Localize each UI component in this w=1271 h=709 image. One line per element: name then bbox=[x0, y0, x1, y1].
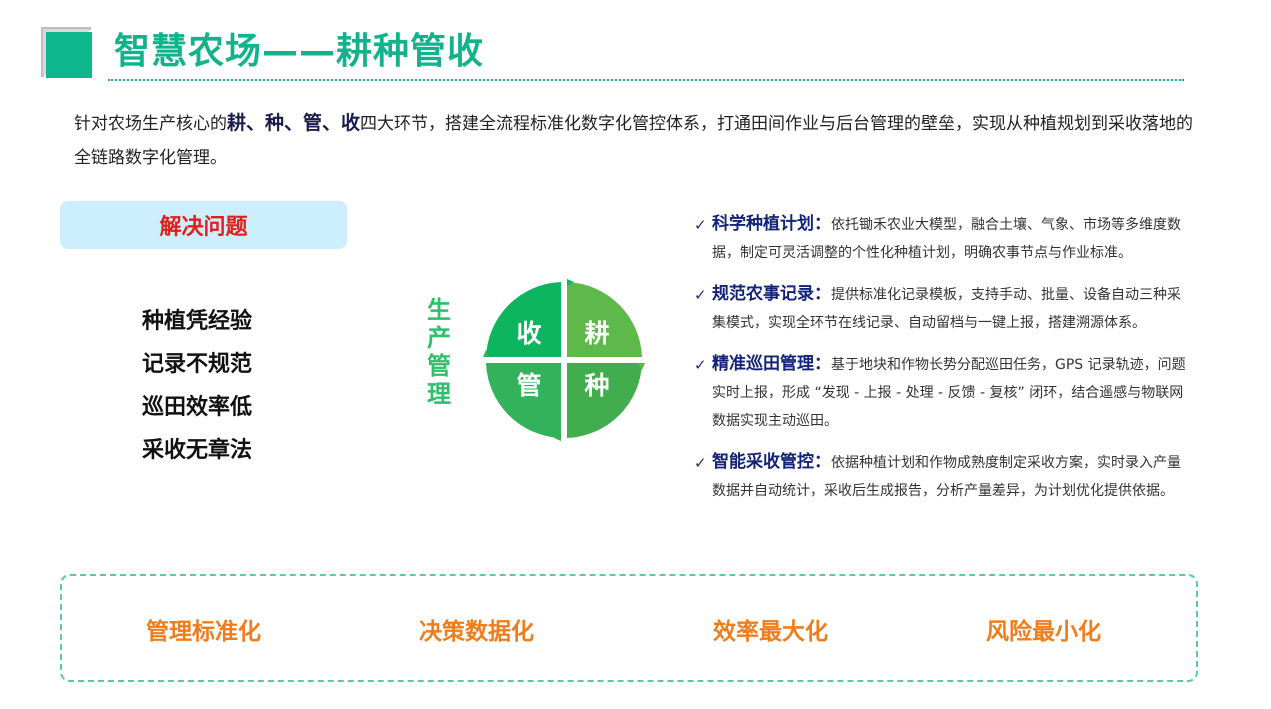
outcome-item: 决策数据化 bbox=[419, 619, 534, 645]
title-marker-square bbox=[41, 27, 92, 78]
outcome-item: 效率最大化 bbox=[713, 619, 828, 645]
feature-title: 智能采收管控： bbox=[712, 452, 831, 472]
outcome-item: 风险最小化 bbox=[986, 619, 1101, 645]
intro-paragraph: 针对农场生产核心的耕、种、管、收四大环节，搭建全流程标准化数字化管控体系，打通田… bbox=[74, 106, 1194, 175]
intro-emphasis: 耕、种、管、收 bbox=[227, 112, 361, 134]
outcome-item: 管理标准化 bbox=[146, 619, 261, 645]
problem-list: 种植凭经验 记录不规范 巡田效率低 采收无章法 bbox=[142, 300, 252, 472]
feature-item-field-patrol: ✓ 精准巡田管理：基于地块和作物长势分配巡田任务，GPS 记录轨迹，问题实时上报… bbox=[694, 350, 1194, 435]
check-icon: ✓ bbox=[694, 454, 707, 472]
feature-title: 规范农事记录： bbox=[712, 284, 831, 304]
problem-heading-box: 解决问题 bbox=[60, 201, 347, 249]
feature-title: 科学种植计划： bbox=[712, 214, 831, 234]
feature-list: ✓ 科学种植计划：依托锄禾农业大模型，融合土壤、气象、市场等多维度数据，制定可灵… bbox=[694, 210, 1194, 519]
feature-item-farm-records: ✓ 规范农事记录：提供标准化记录模板，支持手动、批量、设备自动三种采集模式，实现… bbox=[694, 280, 1194, 337]
problem-item: 种植凭经验 bbox=[142, 309, 253, 334]
title-divider bbox=[108, 79, 1184, 81]
quadrant-label-bottom-left: 管 bbox=[516, 371, 541, 400]
feature-title: 精准巡田管理： bbox=[712, 354, 831, 374]
quadrant-label-top-right: 耕 bbox=[584, 319, 609, 348]
quadrant-label-top-left: 收 bbox=[516, 319, 541, 348]
check-icon: ✓ bbox=[694, 286, 707, 304]
problem-item: 巡田效率低 bbox=[142, 395, 253, 420]
feature-item-harvest-control: ✓ 智能采收管控：依据种植计划和作物成熟度制定采收方案，实时录入产量数据并自动统… bbox=[694, 448, 1194, 505]
problem-item: 采收无章法 bbox=[142, 438, 253, 463]
problem-heading: 解决问题 bbox=[159, 215, 248, 240]
check-icon: ✓ bbox=[694, 356, 707, 374]
check-icon: ✓ bbox=[694, 216, 707, 234]
quadrant-label-bottom-right: 种 bbox=[584, 371, 609, 400]
intro-prefix: 针对农场生产核心的 bbox=[74, 114, 227, 134]
feature-item-planting-plan: ✓ 科学种植计划：依托锄禾农业大模型，融合土壤、气象、市场等多维度数据，制定可灵… bbox=[694, 210, 1194, 267]
page-title: 智慧农场——耕种管收 bbox=[114, 31, 485, 72]
cycle-diagram: 收 耕 管 种 bbox=[483, 279, 645, 441]
problem-item: 记录不规范 bbox=[142, 352, 253, 377]
production-management-label: 生产管理 bbox=[427, 296, 451, 408]
